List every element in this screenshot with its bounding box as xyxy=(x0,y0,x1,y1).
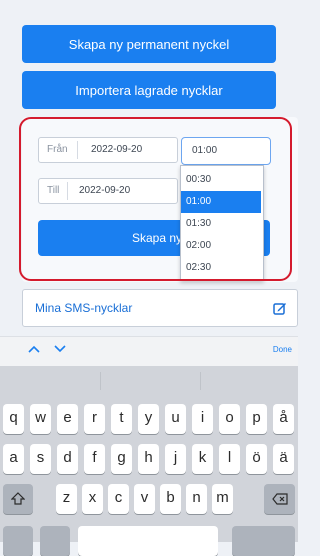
key-t[interactable]: t xyxy=(111,404,132,434)
key-u[interactable]: u xyxy=(165,404,186,434)
done-button[interactable]: Done xyxy=(273,345,292,354)
key-e[interactable]: e xyxy=(57,404,78,434)
key-n[interactable]: n xyxy=(186,484,207,514)
key-c[interactable]: c xyxy=(108,484,129,514)
import-saved-keys-button[interactable]: Importera lagrade nycklar xyxy=(22,71,276,109)
key-v[interactable]: v xyxy=(134,484,155,514)
key-o[interactable]: o xyxy=(219,404,240,434)
key-i[interactable]: i xyxy=(192,404,213,434)
key-aring[interactable]: å xyxy=(273,404,294,434)
key-o-umlaut[interactable]: ö xyxy=(246,444,267,474)
return-key[interactable] xyxy=(232,526,295,556)
keyboard: q w e r t y u i o p å a s d f g h j k l … xyxy=(0,366,298,556)
key-l[interactable]: l xyxy=(219,444,240,474)
app-screen: Skapa ny permanent nyckel Importera lagr… xyxy=(0,0,298,372)
key-m[interactable]: m xyxy=(212,484,233,514)
chevron-up-icon[interactable] xyxy=(28,344,40,354)
space-key[interactable] xyxy=(78,526,218,556)
key-g[interactable]: g xyxy=(111,444,132,474)
backspace-icon xyxy=(271,493,288,505)
shift-icon xyxy=(10,492,26,505)
edit-icon[interactable] xyxy=(273,301,287,315)
suggestion-divider xyxy=(200,372,201,390)
key-w[interactable]: w xyxy=(30,404,51,434)
key-y[interactable]: y xyxy=(138,404,159,434)
key-k[interactable]: k xyxy=(192,444,213,474)
key-p[interactable]: p xyxy=(246,404,267,434)
key-a[interactable]: a xyxy=(3,444,24,474)
keyboard-accessory-bar: Done xyxy=(0,336,298,367)
key-j[interactable]: j xyxy=(165,444,186,474)
delete-key[interactable] xyxy=(264,484,295,514)
shift-key[interactable] xyxy=(3,484,33,514)
numbers-key[interactable] xyxy=(3,526,33,556)
chevron-down-icon[interactable] xyxy=(54,344,66,354)
key-f[interactable]: f xyxy=(84,444,105,474)
key-q[interactable]: q xyxy=(3,404,24,434)
create-permanent-key-button[interactable]: Skapa ny permanent nyckel xyxy=(22,25,276,63)
highlight-frame xyxy=(19,117,292,281)
suggestion-divider xyxy=(100,372,101,390)
key-h[interactable]: h xyxy=(138,444,159,474)
emoji-key[interactable] xyxy=(40,526,70,556)
sms-keys-label: Mina SMS-nycklar xyxy=(35,301,133,315)
key-r[interactable]: r xyxy=(84,404,105,434)
key-z[interactable]: z xyxy=(56,484,77,514)
key-s[interactable]: s xyxy=(30,444,51,474)
key-x[interactable]: x xyxy=(82,484,103,514)
key-b[interactable]: b xyxy=(160,484,181,514)
key-a-umlaut[interactable]: ä xyxy=(273,444,294,474)
key-d[interactable]: d xyxy=(57,444,78,474)
sms-keys-row[interactable]: Mina SMS-nycklar xyxy=(22,289,298,327)
